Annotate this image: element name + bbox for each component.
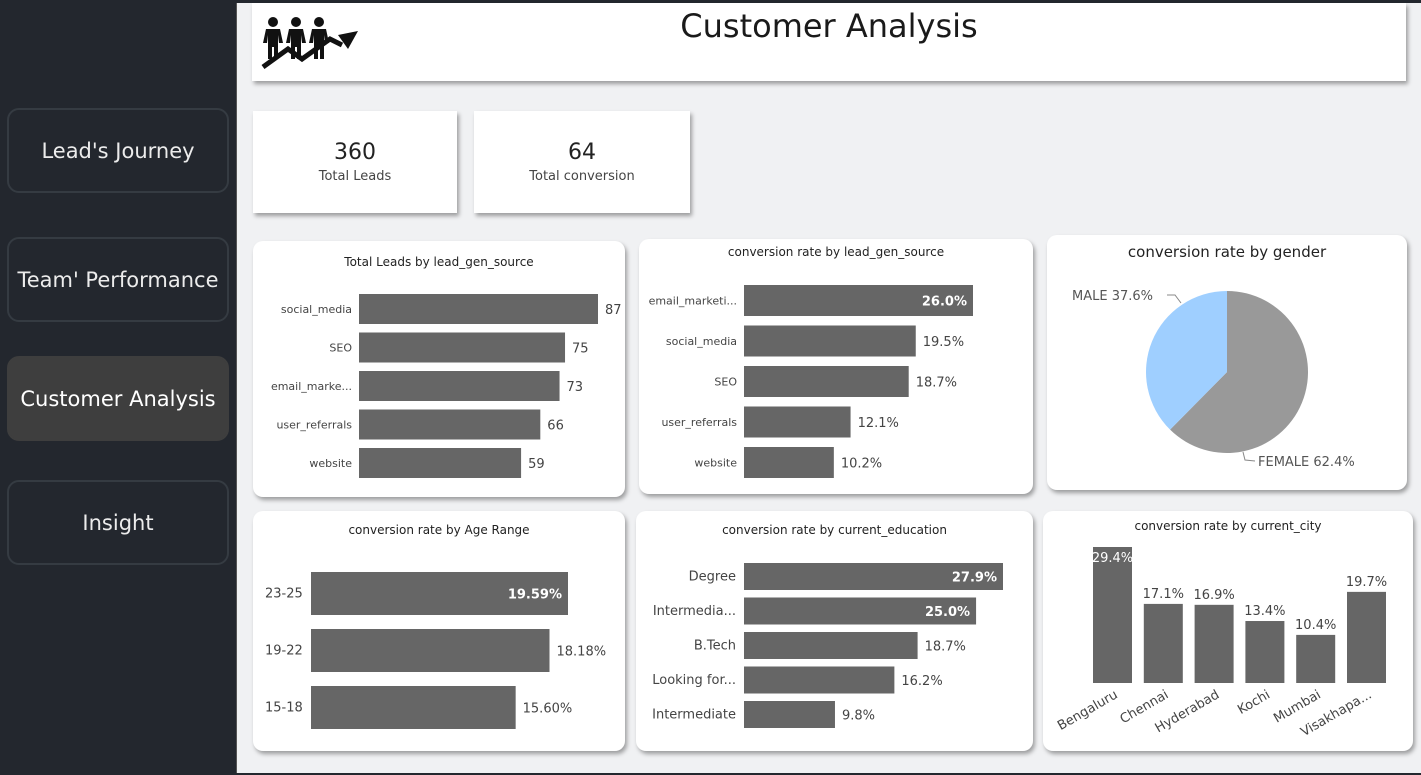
data-label: 66 [547,419,564,434]
chart-conversion-by-age: conversion rate by Age Range 23-25 19.59%… [253,511,625,751]
chart-conversion-by-source: conversion rate by lead_gen_source email… [639,239,1033,494]
data-label: 19.5% [923,335,964,350]
data-label: 59 [528,457,545,472]
category-label: Looking for... [652,673,736,688]
data-label: 75 [572,342,589,357]
nav-insight-button[interactable]: Insight [7,480,229,565]
category-label: email_marketi... [649,295,737,308]
nav-leads-journey-button[interactable]: Lead's Journey [7,108,229,193]
kpi-value: 64 [568,140,596,165]
data-label: 26.0% [922,295,967,310]
data-label: 10.2% [841,457,882,472]
bar [311,686,516,729]
bar [744,632,918,659]
category-label: user_referrals [661,416,737,429]
category-label: Intermediate [652,708,736,723]
category-label: social_media [281,303,352,316]
data-label: 25.0% [925,605,970,620]
category-label: email_marke... [271,380,352,393]
data-label: 9.8% [842,709,875,724]
data-label: 18.7% [925,640,966,655]
bar [744,447,834,478]
bar [1093,547,1132,683]
page-title: Customer Analysis [680,7,978,45]
data-label: 17.1% [1143,587,1184,602]
kpi-label: Total Leads [318,169,392,184]
bar [744,406,851,438]
chart-leads-by-source: Total Leads by lead_gen_source social_me… [253,241,625,497]
chart-svg: 29.4%Bengaluru17.1%Chennai16.9%Hyderabad… [1055,547,1387,740]
data-label: 19.59% [508,588,562,603]
chart-svg: MALE 37.6% FEMALE 62.4% [1072,289,1355,470]
bar [1245,621,1285,683]
chart-svg: email_marketi... 26.0% social_media 19.5% SE… [649,285,973,478]
nav-team-performance-button[interactable]: Team' Performance [7,237,229,322]
data-label: 15.60% [523,702,573,717]
data-label: 27.9% [952,571,997,586]
data-label: 16.9% [1193,588,1234,603]
category-label: social_media [666,335,737,348]
category-label: website [309,457,352,470]
leader-line [1242,451,1256,462]
category-label: Kochi [1235,687,1273,717]
data-label: 73 [567,380,584,395]
category-label: Intermedia... [653,604,736,619]
category-label: Degree [689,570,736,585]
data-label: FEMALE 62.4% [1258,455,1355,470]
bar [1296,634,1336,683]
category-label: 19-22 [265,644,303,659]
category-label: SEO [714,376,737,389]
data-label: 16.2% [901,674,942,689]
kpi-value: 360 [334,140,376,165]
category-label: Bengaluru [1055,687,1120,733]
bar [744,325,916,357]
sidebar: Lead's Journey Team' Performance Custome… [0,0,236,775]
chart-svg: 23-25 19.59% 19-22 18.18% 15-18 15.60% [265,572,607,729]
data-label: 87 [605,303,622,318]
bar [744,701,835,728]
category-label: website [694,457,737,470]
bar [311,629,550,672]
kpi-total-conversion-card: 64 Total conversion [474,111,690,213]
bar [1143,603,1183,683]
data-label: 18.18% [557,645,607,660]
bar [744,666,895,694]
chart-conversion-by-gender: conversion rate by gender MALE 37.6% FEMA… [1047,235,1407,490]
bar [359,294,598,324]
kpi-total-leads-card: 360 Total Leads [253,111,457,213]
bar [1347,591,1386,683]
bar [359,332,566,363]
category-label: 23-25 [265,587,303,602]
data-label: 29.4% [1092,551,1133,566]
chart-svg: Degree 27.9% Intermedia... 25.0% B.Tech 18.7%… [652,563,1003,728]
bar [359,448,522,478]
bar [359,409,541,440]
data-label: 19.7% [1346,575,1387,590]
category-label: B.Tech [694,639,736,654]
category-label: user_referrals [276,419,352,432]
chart-svg: social_media 87 SEO 75 email_marke... 73 user_… [271,294,622,478]
main-canvas: Customer Analysis 360 Total Leads 64 Tot… [236,3,1421,773]
bar [1194,604,1234,683]
kpi-label: Total conversion [529,169,635,184]
category-label: 15-18 [265,701,303,716]
data-label: 13.4% [1244,604,1285,619]
bar [744,366,909,397]
data-label: 12.1% [858,416,899,431]
data-label: 18.7% [916,376,957,391]
data-label: 10.4% [1295,618,1336,633]
category-label: SEO [329,342,352,355]
nav-customer-analysis-button[interactable]: Customer Analysis [7,356,229,441]
chart-conversion-by-city: conversion rate by current_city 29.4% Ben… [1043,511,1413,751]
header-card: Customer Analysis [252,3,1406,81]
chart-conversion-by-education: conversion rate by current_education Deg… [636,511,1033,751]
data-label: MALE 37.6% [1072,289,1153,304]
leader-line [1167,294,1182,304]
bar [359,371,560,401]
